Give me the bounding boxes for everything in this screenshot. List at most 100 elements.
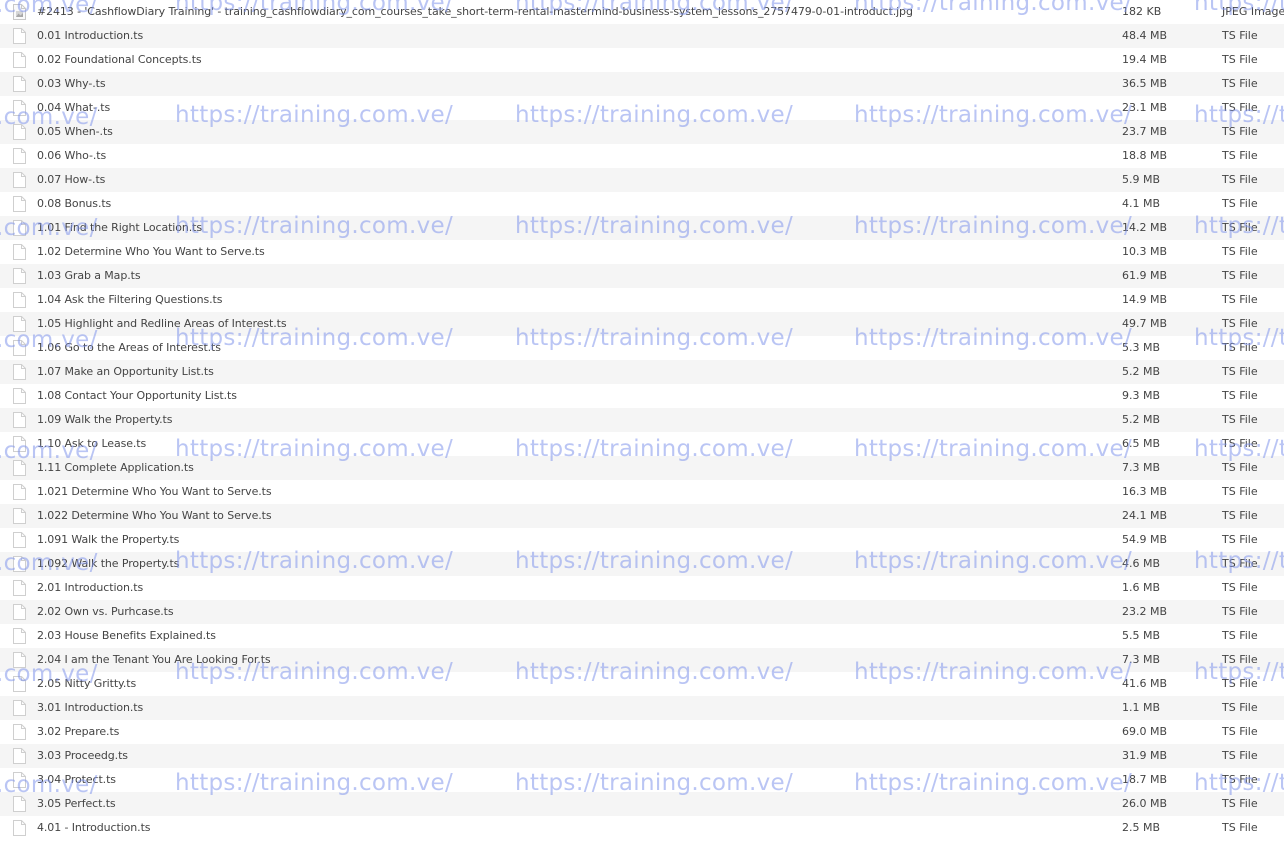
file-name[interactable]: 3.01 Introduction.ts	[37, 696, 143, 720]
file-icon	[13, 148, 26, 164]
file-type: TS File	[1222, 413, 1258, 426]
file-row[interactable]: 1.11 Complete Application.ts 7.3 MB TS Fil…	[0, 456, 1284, 480]
file-name[interactable]: #2413 - 'CashflowDiary Training' - train…	[37, 0, 913, 24]
file-size: 23.7 MB	[1122, 125, 1168, 138]
file-row[interactable]: 0.06 Who-.ts 18.8 MB TS File	[0, 144, 1284, 168]
file-row[interactable]: 2.03 House Benefits Explained.ts 5.5 MB TS…	[0, 624, 1284, 648]
file-name[interactable]: 1.07 Make an Opportunity List.ts	[37, 360, 214, 384]
file-name[interactable]: 2.04 I am the Tenant You Are Looking For…	[37, 648, 271, 672]
file-size: 1.6 MB	[1122, 581, 1161, 594]
file-row[interactable]: 3.04 Protect.ts 18.7 MB TS File	[0, 768, 1284, 792]
file-row[interactable]: 1.07 Make an Opportunity List.ts 5.2 MB TS…	[0, 360, 1284, 384]
file-row[interactable]: 2.01 Introduction.ts 1.6 MB TS File	[0, 576, 1284, 600]
file-type: TS File	[1222, 581, 1258, 594]
file-type: TS File	[1222, 317, 1258, 330]
file-row[interactable]: 0.05 When-.ts 23.7 MB TS File	[0, 120, 1284, 144]
file-icon	[13, 244, 26, 260]
file-row[interactable]: 3.02 Prepare.ts 69.0 MB TS File	[0, 720, 1284, 744]
file-name[interactable]: 2.02 Own vs. Purhcase.ts	[37, 600, 174, 624]
file-row[interactable]: 0.08 Bonus.ts 4.1 MB TS File	[0, 192, 1284, 216]
file-row[interactable]: 1.05 Highlight and Redline Areas of Inte…	[0, 312, 1284, 336]
file-row[interactable]: 1.04 Ask the Filtering Questions.ts 14.9 …	[0, 288, 1284, 312]
file-row[interactable]: 3.01 Introduction.ts 1.1 MB TS File	[0, 696, 1284, 720]
file-row[interactable]: 3.03 Proceedg.ts 31.9 MB TS File	[0, 744, 1284, 768]
file-type: TS File	[1222, 533, 1258, 546]
file-row[interactable]: 1.01 Find the Right Location.ts 14.2 MB TS…	[0, 216, 1284, 240]
file-name[interactable]: 0.06 Who-.ts	[37, 144, 106, 168]
file-row[interactable]: #2413 - 'CashflowDiary Training' - train…	[0, 0, 1284, 24]
file-row[interactable]: 1.10 Ask to Lease.ts 6.5 MB TS File	[0, 432, 1284, 456]
file-name[interactable]: 0.05 When-.ts	[37, 120, 113, 144]
file-icon	[13, 508, 26, 524]
file-size: 49.7 MB	[1122, 317, 1168, 330]
file-icon	[13, 652, 26, 668]
file-name[interactable]: 2.03 House Benefits Explained.ts	[37, 624, 216, 648]
file-row[interactable]: 1.092 Walk the Property.ts 4.6 MB TS File	[0, 552, 1284, 576]
file-name[interactable]: 1.08 Contact Your Opportunity List.ts	[37, 384, 237, 408]
file-name[interactable]: 2.01 Introduction.ts	[37, 576, 143, 600]
file-size: 54.9 MB	[1122, 533, 1168, 546]
file-name[interactable]: 1.06 Go to the Areas of Interest.ts	[37, 336, 221, 360]
file-name[interactable]: 2.05 Nitty Gritty.ts	[37, 672, 136, 696]
file-row[interactable]: 1.09 Walk the Property.ts 5.2 MB TS File	[0, 408, 1284, 432]
file-row[interactable]: 4.01 - Introduction.ts 2.5 MB TS File	[0, 816, 1284, 840]
file-row[interactable]: 1.022 Determine Who You Want to Serve.ts…	[0, 504, 1284, 528]
file-row[interactable]: 2.04 I am the Tenant You Are Looking For…	[0, 648, 1284, 672]
file-row[interactable]: 0.07 How-.ts 5.9 MB TS File	[0, 168, 1284, 192]
file-name[interactable]: 1.05 Highlight and Redline Areas of Inte…	[37, 312, 287, 336]
file-name[interactable]: 1.022 Determine Who You Want to Serve.ts	[37, 504, 272, 528]
file-name[interactable]: 1.091 Walk the Property.ts	[37, 528, 179, 552]
file-name[interactable]: 4.01 - Introduction.ts	[37, 816, 151, 840]
file-row[interactable]: 2.02 Own vs. Purhcase.ts 23.2 MB TS File	[0, 600, 1284, 624]
file-name[interactable]: 1.021 Determine Who You Want to Serve.ts	[37, 480, 272, 504]
file-name[interactable]: 0.01 Introduction.ts	[37, 24, 143, 48]
file-icon	[13, 364, 26, 380]
file-type: TS File	[1222, 149, 1258, 162]
file-type: TS File	[1222, 461, 1258, 474]
file-type: TS File	[1222, 389, 1258, 402]
file-row[interactable]: 1.091 Walk the Property.ts 54.9 MB TS File	[0, 528, 1284, 552]
file-row[interactable]: 1.021 Determine Who You Want to Serve.ts…	[0, 480, 1284, 504]
file-name[interactable]: 1.09 Walk the Property.ts	[37, 408, 173, 432]
file-name[interactable]: 1.10 Ask to Lease.ts	[37, 432, 146, 456]
file-row[interactable]: 1.08 Contact Your Opportunity List.ts 9.3…	[0, 384, 1284, 408]
file-size: 5.2 MB	[1122, 413, 1161, 426]
file-name[interactable]: 0.07 How-.ts	[37, 168, 105, 192]
file-row[interactable]: 0.02 Foundational Concepts.ts 19.4 MB TS F…	[0, 48, 1284, 72]
file-icon	[13, 172, 26, 188]
file-icon	[13, 76, 26, 92]
file-name[interactable]: 3.04 Protect.ts	[37, 768, 116, 792]
file-name[interactable]: 0.02 Foundational Concepts.ts	[37, 48, 202, 72]
file-name[interactable]: 1.092 Walk the Property.ts	[37, 552, 179, 576]
file-name[interactable]: 3.05 Perfect.ts	[37, 792, 116, 816]
file-row[interactable]: 0.04 What-.ts 23.1 MB TS File	[0, 96, 1284, 120]
file-name[interactable]: 3.03 Proceedg.ts	[37, 744, 128, 768]
file-row[interactable]: 2.05 Nitty Gritty.ts 41.6 MB TS File	[0, 672, 1284, 696]
file-name[interactable]: 1.02 Determine Who You Want to Serve.ts	[37, 240, 265, 264]
file-icon	[13, 748, 26, 764]
file-name[interactable]: 1.04 Ask the Filtering Questions.ts	[37, 288, 222, 312]
file-name[interactable]: 1.01 Find the Right Location.ts	[37, 216, 202, 240]
file-size: 14.9 MB	[1122, 293, 1168, 306]
file-size: 24.1 MB	[1122, 509, 1168, 522]
file-size: 1.1 MB	[1122, 701, 1161, 714]
file-type: TS File	[1222, 725, 1258, 738]
file-type: TS File	[1222, 773, 1258, 786]
file-row[interactable]: 1.02 Determine Who You Want to Serve.ts 1…	[0, 240, 1284, 264]
file-row[interactable]: 0.03 Why-.ts 36.5 MB TS File	[0, 72, 1284, 96]
file-name[interactable]: 1.03 Grab a Map.ts	[37, 264, 141, 288]
file-row[interactable]: 3.05 Perfect.ts 26.0 MB TS File	[0, 792, 1284, 816]
file-row[interactable]: 0.01 Introduction.ts 48.4 MB TS File	[0, 24, 1284, 48]
file-name[interactable]: 0.04 What-.ts	[37, 96, 110, 120]
file-icon	[13, 580, 26, 596]
file-size: 69.0 MB	[1122, 725, 1168, 738]
file-name[interactable]: 3.02 Prepare.ts	[37, 720, 119, 744]
file-icon	[13, 604, 26, 620]
file-name[interactable]: 0.08 Bonus.ts	[37, 192, 111, 216]
file-name[interactable]: 0.03 Why-.ts	[37, 72, 106, 96]
file-row[interactable]: 1.03 Grab a Map.ts 61.9 MB TS File	[0, 264, 1284, 288]
file-icon	[13, 460, 26, 476]
file-name[interactable]: 1.11 Complete Application.ts	[37, 456, 194, 480]
file-icon	[13, 724, 26, 740]
file-row[interactable]: 1.06 Go to the Areas of Interest.ts 5.3 M…	[0, 336, 1284, 360]
